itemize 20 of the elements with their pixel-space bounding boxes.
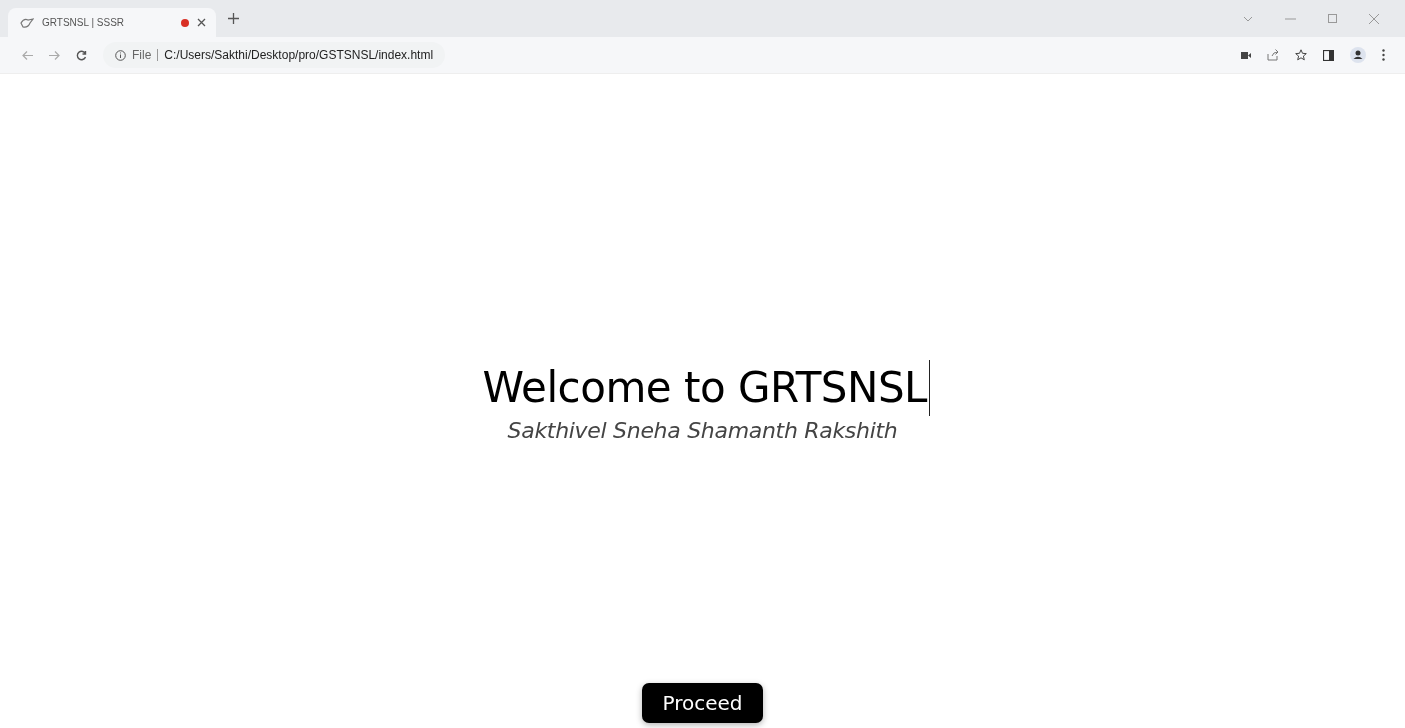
new-tab-icon[interactable]	[228, 13, 239, 24]
recording-icon	[181, 18, 189, 27]
share-icon[interactable]	[1267, 49, 1279, 61]
reload-icon[interactable]	[76, 49, 87, 61]
profile-icon[interactable]	[1350, 47, 1366, 63]
welcome-heading: Welcome to GRTSNSL	[482, 362, 927, 414]
names-subtitle: Sakthivel Sneha Shamanth Rakshith	[507, 418, 898, 443]
menu-icon[interactable]	[1382, 49, 1385, 61]
scheme-label: File	[132, 48, 152, 62]
address-bar[interactable]: File C:/Users/Sakthi/Desktop/pro/GSTSNSL/index.html	[103, 42, 446, 68]
side-panel-icon[interactable]	[1323, 49, 1334, 61]
tab-title: GRTSNSL | SSSR	[42, 17, 126, 28]
close-icon[interactable]	[197, 18, 206, 27]
browser-tab[interactable]: GRTSNSL | SSSR	[8, 8, 216, 37]
url-text: C:/Users/Sakthi/Desktop/pro/GSTSNSL/index.html	[164, 48, 434, 62]
proceed-button[interactable]: Proceed	[642, 683, 763, 723]
camera-icon[interactable]	[1241, 51, 1251, 59]
text-cursor	[928, 360, 931, 416]
star-icon[interactable]	[1295, 49, 1307, 61]
info-icon	[115, 49, 126, 61]
